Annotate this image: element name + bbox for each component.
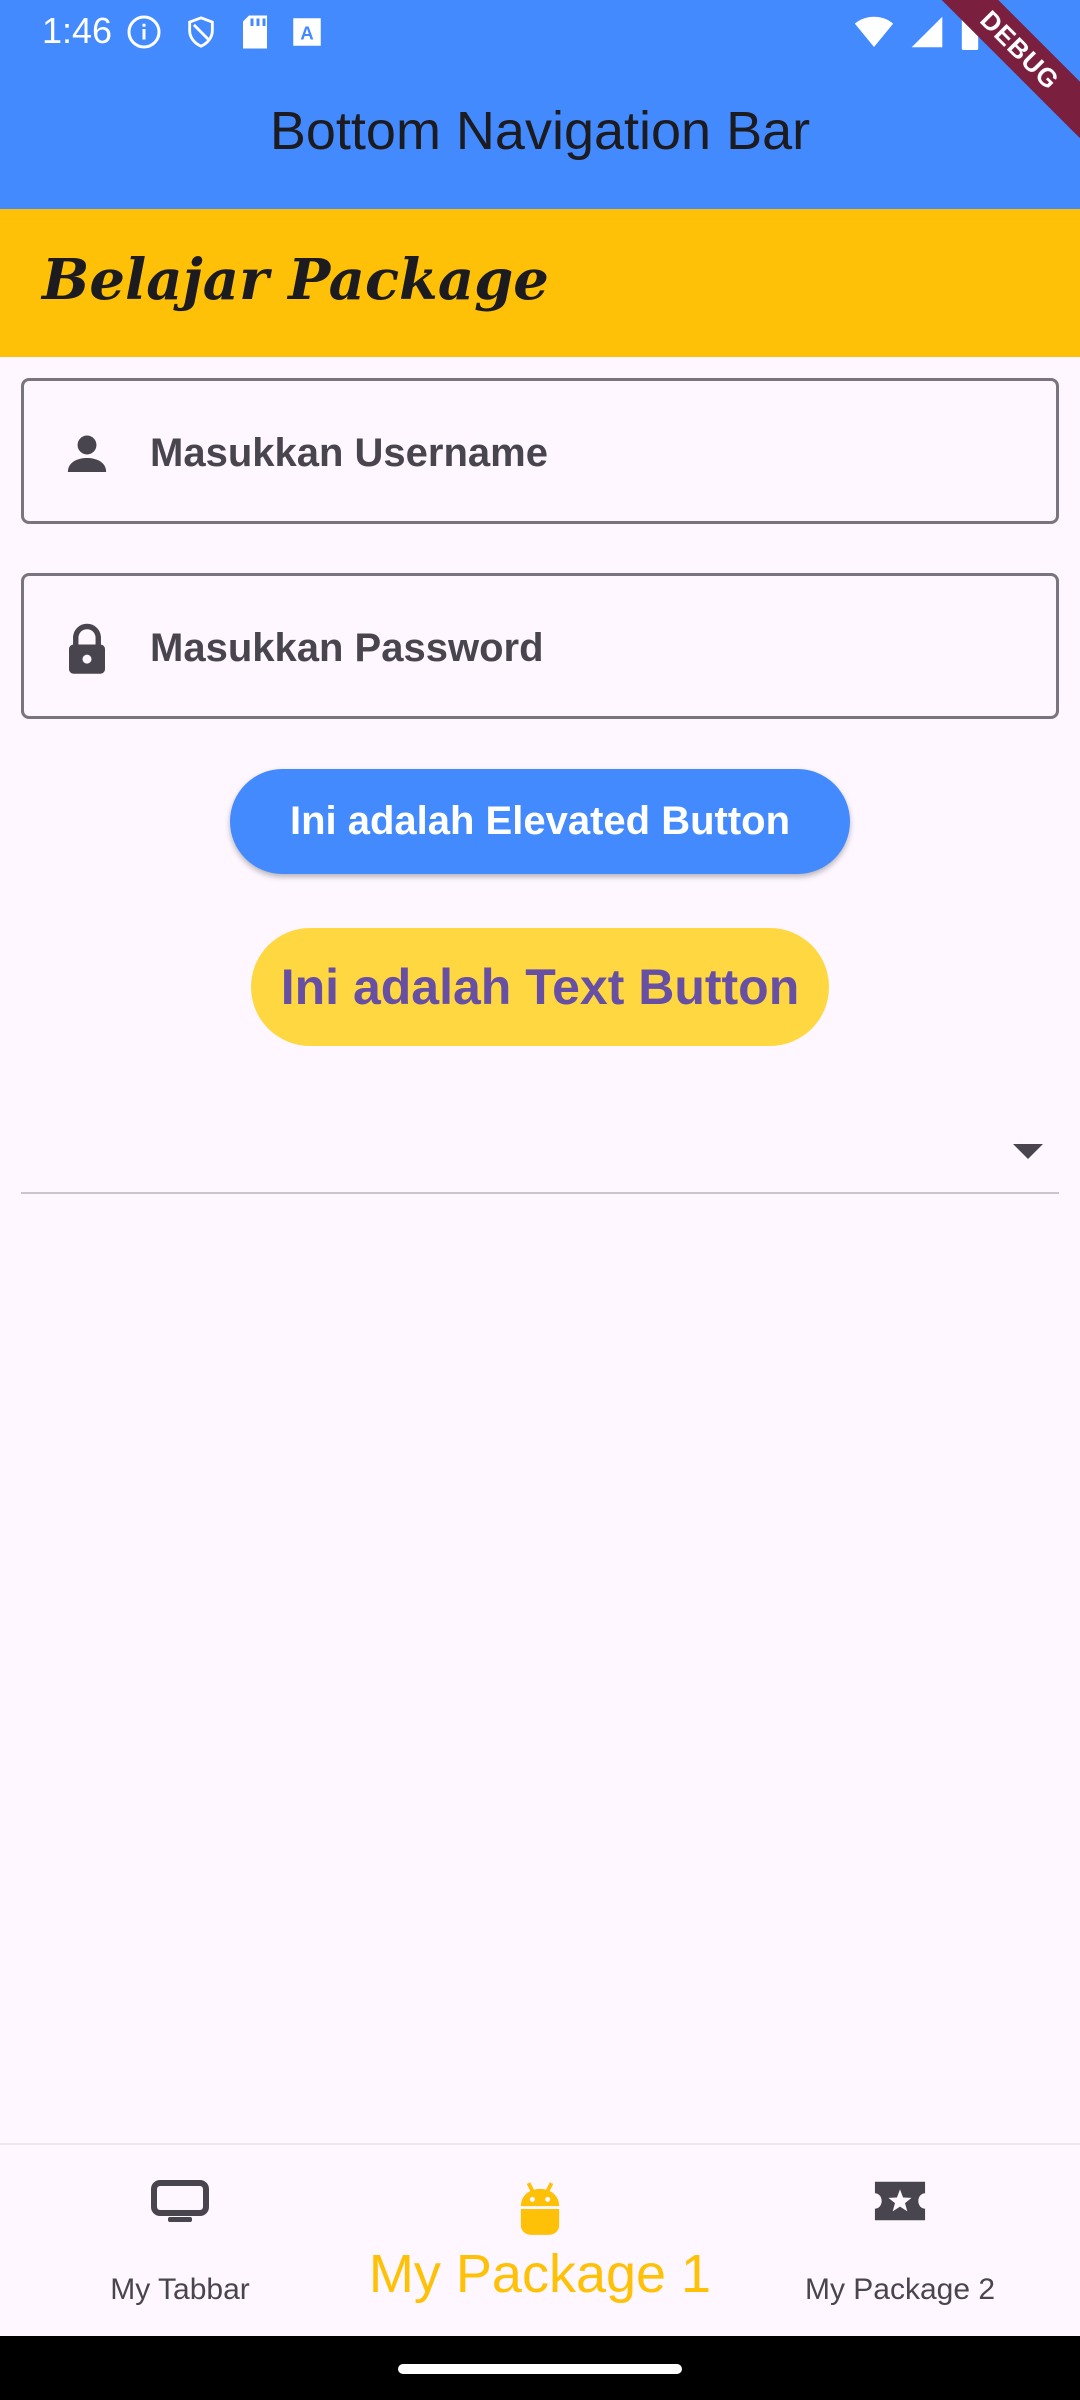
shield-icon bbox=[184, 14, 218, 55]
status-bar: 1:46 A bbox=[0, 0, 1080, 62]
svg-text:A: A bbox=[300, 23, 314, 44]
password-placeholder: Masukkan Password bbox=[150, 626, 544, 670]
header-title: Belajar Package bbox=[42, 247, 549, 313]
wifi-icon bbox=[854, 15, 894, 54]
app-title: Bottom Navigation Bar bbox=[269, 101, 811, 161]
password-field[interactable]: Masukkan Password bbox=[21, 573, 1059, 719]
screen: 1:46 A Bottom Navigation Bar DEBUG Belaj… bbox=[0, 0, 1080, 2400]
nav-label-my-package-1: My Package 1 bbox=[368, 2244, 712, 2304]
signal-icon bbox=[910, 15, 944, 54]
username-placeholder: Masukkan Username bbox=[150, 431, 548, 475]
sd-card-icon bbox=[240, 14, 270, 55]
home-gesture-bar[interactable] bbox=[398, 2364, 682, 2374]
nav-item-my-package-2[interactable]: My Package 2 bbox=[720, 2145, 1080, 2338]
status-time: 1:46 bbox=[42, 10, 113, 51]
nav-label-my-tabbar: My Tabbar bbox=[110, 2273, 250, 2306]
elevated-button[interactable]: Ini adalah Elevated Button bbox=[230, 769, 850, 874]
lock-icon bbox=[60, 622, 114, 676]
app-bar: 1:46 A Bottom Navigation Bar bbox=[0, 0, 1080, 209]
dropdown[interactable] bbox=[21, 1106, 1059, 1194]
system-nav-bar bbox=[0, 2336, 1080, 2400]
username-field[interactable]: Masukkan Username bbox=[21, 378, 1059, 524]
tv-icon bbox=[150, 2179, 210, 2228]
nav-item-my-tabbar[interactable]: My Tabbar bbox=[0, 2145, 360, 2338]
info-icon bbox=[126, 14, 162, 55]
font-a-icon: A bbox=[292, 17, 322, 52]
package-header: Belajar Package bbox=[0, 209, 1080, 357]
person-icon bbox=[60, 427, 114, 481]
dropdown-arrow-icon bbox=[1013, 1144, 1043, 1160]
nav-label-my-package-2: My Package 2 bbox=[804, 2273, 996, 2306]
text-button[interactable]: Ini adalah Text Button bbox=[251, 928, 829, 1046]
nav-item-my-package-1[interactable]: My Package 1 bbox=[360, 2145, 720, 2338]
ticket-star-icon bbox=[873, 2179, 927, 2228]
status-icons-left: A bbox=[126, 14, 322, 55]
bottom-nav: My Tabbar My Package 1 My Package 2 bbox=[0, 2143, 1080, 2336]
android-icon bbox=[517, 2179, 563, 2242]
